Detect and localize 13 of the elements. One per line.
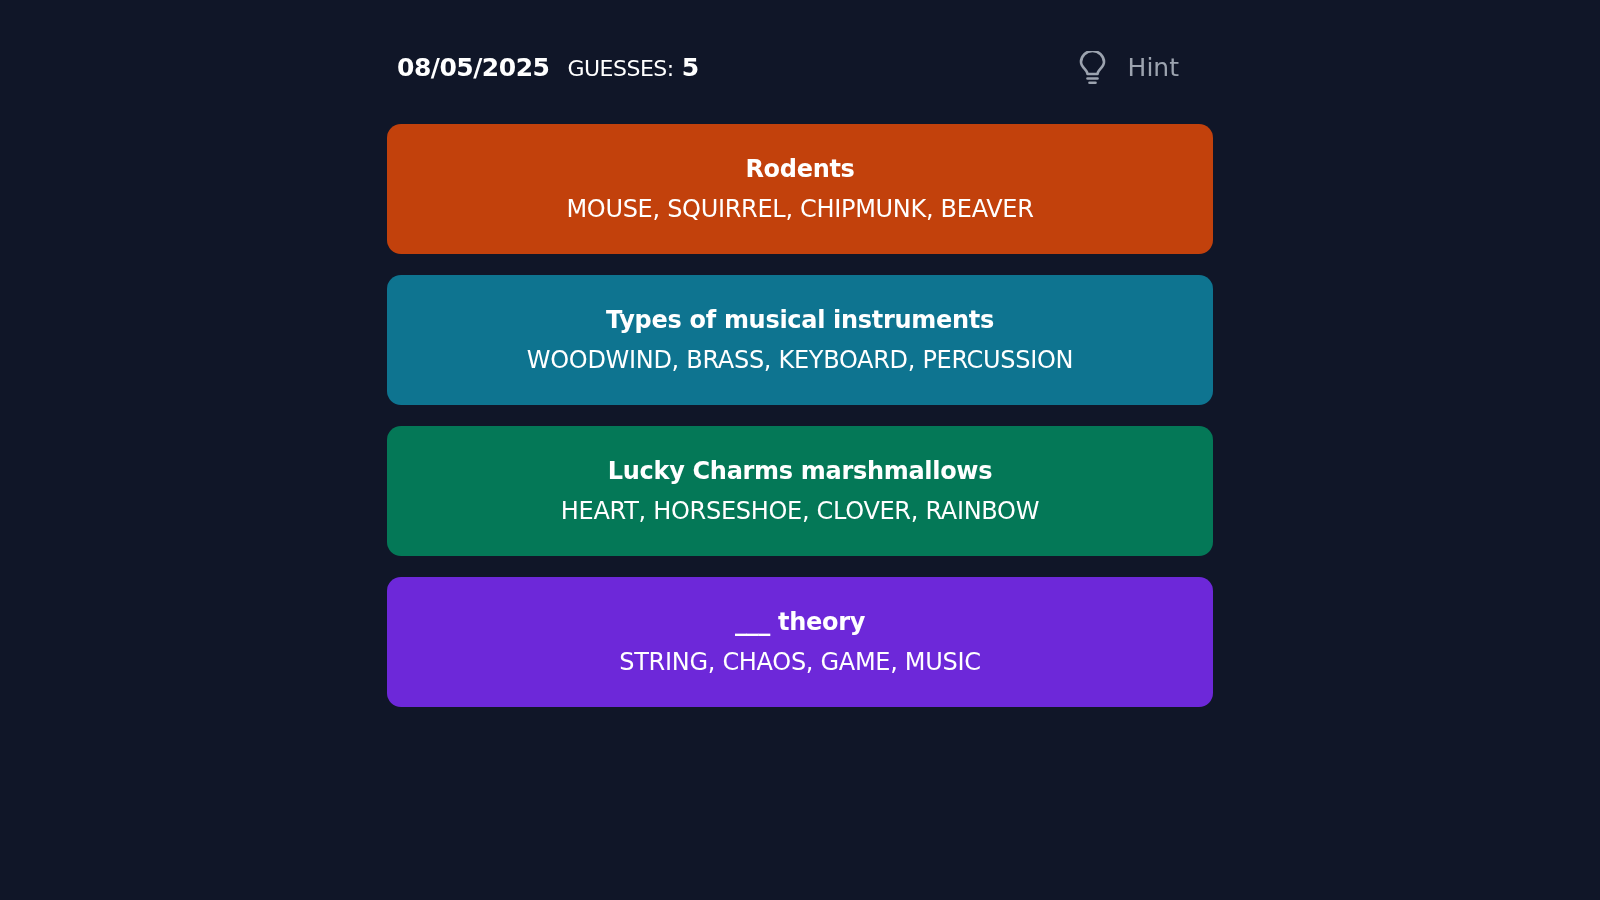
group-words: MOUSE, SQUIRREL, CHIPMUNK, BEAVER [565, 194, 1035, 225]
group-title: Types of musical instruments [605, 305, 995, 336]
group-words: HEART, HORSESHOE, CLOVER, RAINBOW [559, 496, 1041, 527]
group-title: Lucky Charms marshmallows [606, 456, 994, 487]
date-text: 08/05/2025 [397, 52, 550, 85]
group-words: STRING, CHAOS, GAME, MUSIC [618, 647, 982, 678]
group-words: WOODWIND, BRASS, KEYBOARD, PERCUSSION [525, 345, 1075, 376]
hint-button[interactable]: Hint [1078, 49, 1179, 87]
lightbulb-icon [1078, 51, 1106, 85]
group-title: ___ theory [733, 607, 867, 638]
guesses-count: 5 [681, 52, 700, 85]
group-title: Rodents [744, 154, 856, 185]
guesses-label: GUESSES: [567, 55, 674, 84]
